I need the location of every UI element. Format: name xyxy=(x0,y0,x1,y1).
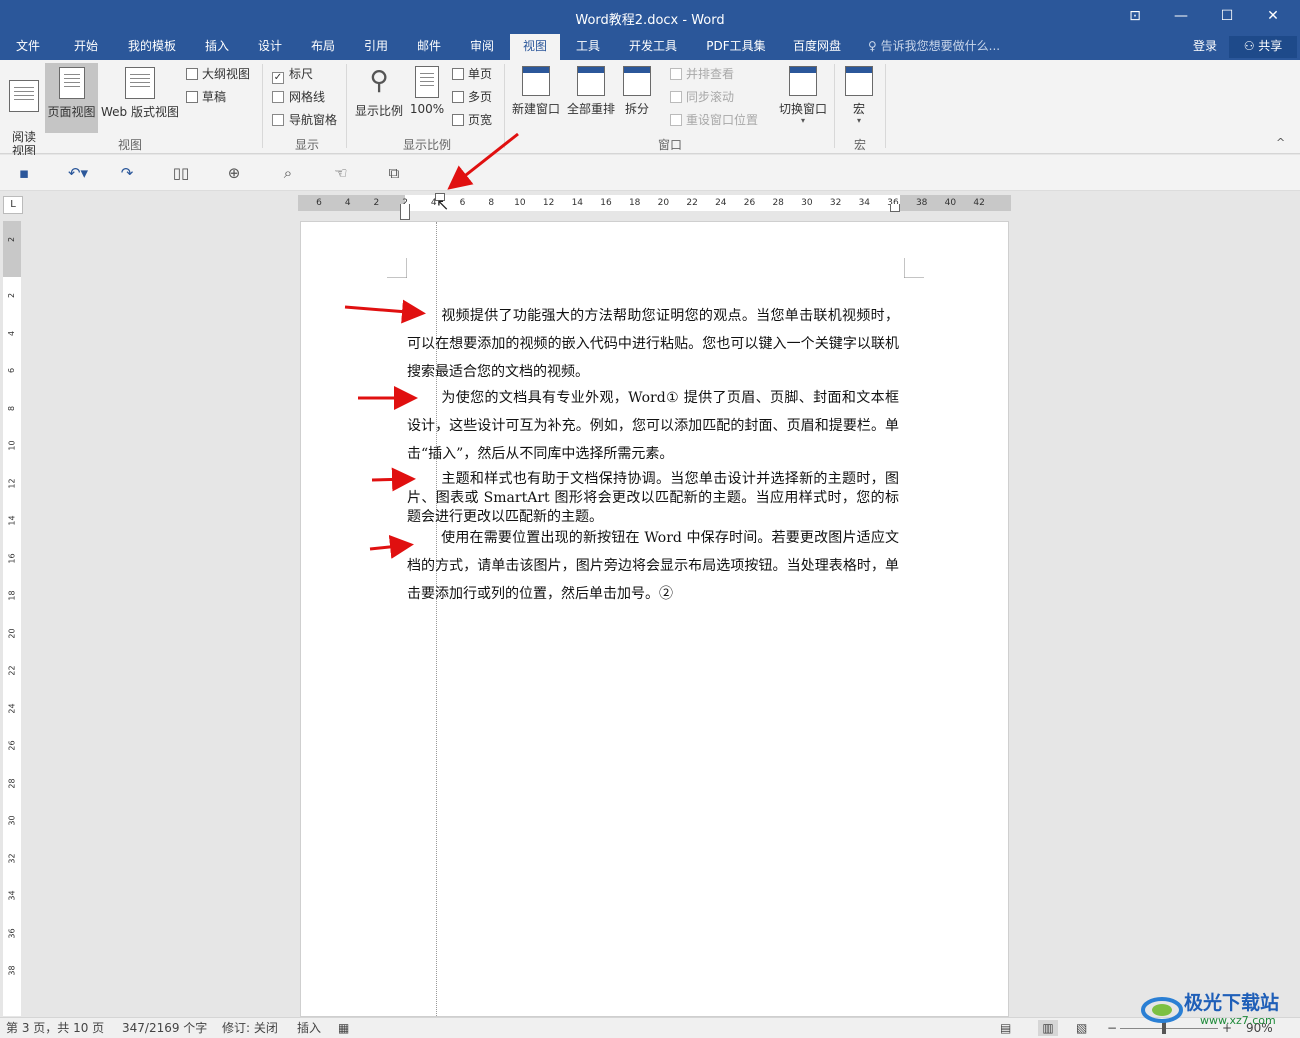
site-logo-icon xyxy=(1141,997,1183,1023)
macro-record-icon[interactable]: ▦ xyxy=(338,1020,349,1036)
watermark-url: www.xz7.com xyxy=(1200,1014,1276,1027)
status-bar: 第 3 页，共 10 页 347/2169 个字 修订: 关闭 插入 ▦ ▤ ▥… xyxy=(0,1017,1300,1038)
site-watermark: 极光下载站 www.xz7.com xyxy=(1140,984,1300,1034)
annotation-overlay xyxy=(344,132,519,559)
read-mode-view-icon[interactable]: ▤ xyxy=(1000,1020,1011,1036)
insert-mode-status[interactable]: 插入 xyxy=(297,1020,321,1036)
page-count[interactable]: 第 3 页，共 10 页 xyxy=(6,1020,104,1036)
arrow-icon xyxy=(371,467,416,492)
arrow-icon xyxy=(447,132,519,190)
arrow-icon xyxy=(369,534,414,559)
track-changes-status[interactable]: 修订: 关闭 xyxy=(222,1020,278,1036)
watermark-text: 极光下载站 xyxy=(1184,992,1280,1014)
arrow-icon xyxy=(344,299,426,324)
web-layout-view-icon[interactable]: ▧ xyxy=(1076,1020,1087,1036)
zoom-out-button[interactable]: − xyxy=(1107,1020,1117,1036)
print-layout-view-icon[interactable]: ▥ xyxy=(1038,1020,1058,1036)
word-count[interactable]: 347/2169 个字 xyxy=(122,1020,207,1036)
